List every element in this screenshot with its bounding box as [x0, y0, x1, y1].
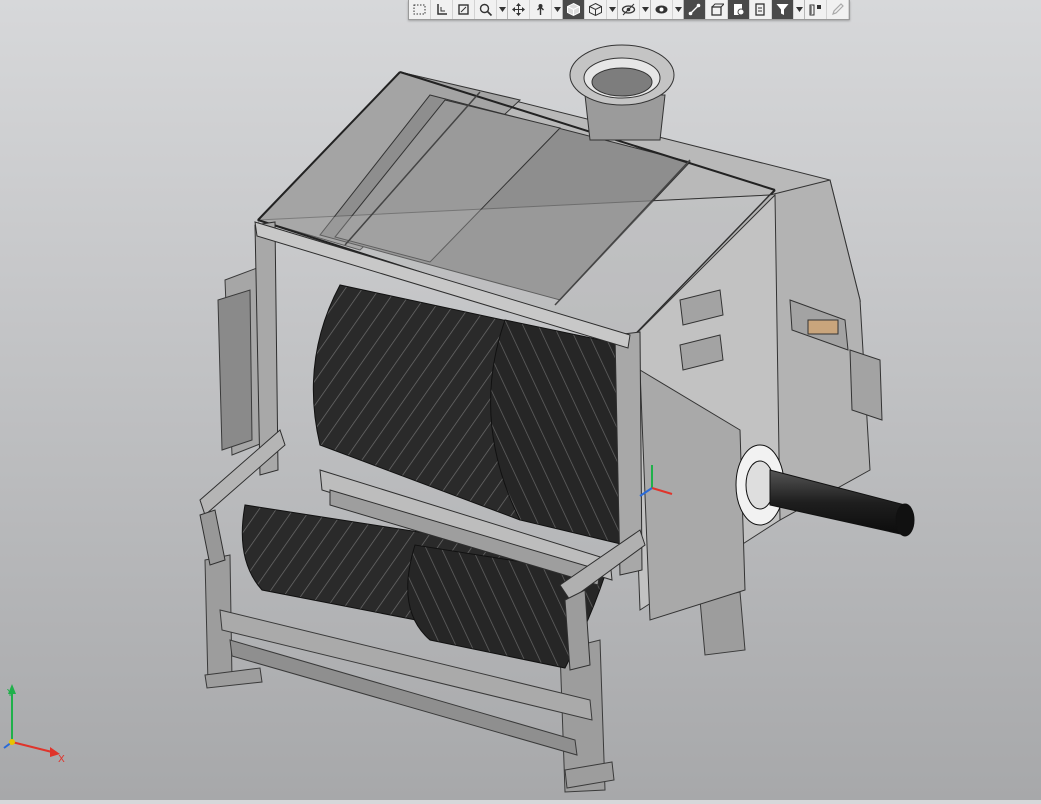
toolbar-button-sketch-plane[interactable] [453, 0, 475, 19]
toolbar-button-visibility[interactable] [618, 0, 640, 19]
pan-icon [512, 3, 525, 16]
view-toolbar [408, 0, 850, 20]
measure-icon [809, 4, 821, 16]
toolbar-button-section[interactable] [706, 0, 728, 19]
toolbar-button-shaded-edges[interactable] [563, 0, 585, 19]
toolbar-button-pencil[interactable] [827, 0, 849, 19]
toolbar-dropdown-filter[interactable] [794, 0, 805, 19]
sketch-plane-icon [458, 4, 469, 15]
toolbar-dropdown-wireframe[interactable] [607, 0, 618, 19]
toolbar-button-pan[interactable] [508, 0, 530, 19]
toolbar-dropdown-rotate[interactable] [552, 0, 563, 19]
toolbar-button-filter[interactable] [772, 0, 794, 19]
local-cs-icon [437, 4, 447, 15]
dotted-frame-icon [413, 4, 426, 15]
orientation-triad: Y X [3, 684, 65, 765]
wireframe-icon [589, 2, 602, 17]
toolbar-dropdown-zoom[interactable] [497, 0, 508, 19]
toolbar-button-constraints[interactable] [684, 0, 706, 19]
document-icon [755, 3, 765, 16]
visibility-icon [621, 3, 636, 16]
model-viewport[interactable]: Y X [0, 0, 1041, 800]
shaded-edges-icon [567, 2, 580, 17]
toolbar-button-rotate[interactable] [530, 0, 552, 19]
chevron-down-icon [553, 7, 561, 12]
zoom-icon [479, 3, 493, 17]
chevron-down-icon [674, 7, 682, 12]
pencil-icon [832, 3, 844, 15]
toolbar-button-document-settings[interactable] [728, 0, 750, 19]
cad-assembly-model[interactable] [0, 0, 1041, 800]
toolbar-button-render-mode[interactable] [651, 0, 673, 19]
chevron-down-icon [795, 7, 803, 12]
rotate-icon [537, 4, 544, 15]
constraints-icon [688, 3, 701, 16]
toolbar-dropdown-render-mode[interactable] [673, 0, 684, 19]
section-icon [711, 3, 724, 16]
toolbar-button-local-cs[interactable] [431, 0, 453, 19]
toolbar-button-measure[interactable] [805, 0, 827, 19]
chevron-down-icon [498, 7, 506, 12]
triad-y-label: Y [6, 688, 14, 699]
filter-icon [776, 4, 789, 15]
toolbar-button-document[interactable] [750, 0, 772, 19]
toolbar-dropdown-visibility[interactable] [640, 0, 651, 19]
toolbar-button-zoom[interactable] [475, 0, 497, 19]
toolbar-button-dotted-frame[interactable] [409, 0, 431, 19]
triad-x-label: X [58, 754, 65, 765]
chevron-down-icon [641, 7, 649, 12]
chevron-down-icon [608, 7, 616, 12]
render-mode-icon [655, 5, 668, 14]
toolbar-button-wireframe[interactable] [585, 0, 607, 19]
document-settings-icon [734, 4, 745, 16]
